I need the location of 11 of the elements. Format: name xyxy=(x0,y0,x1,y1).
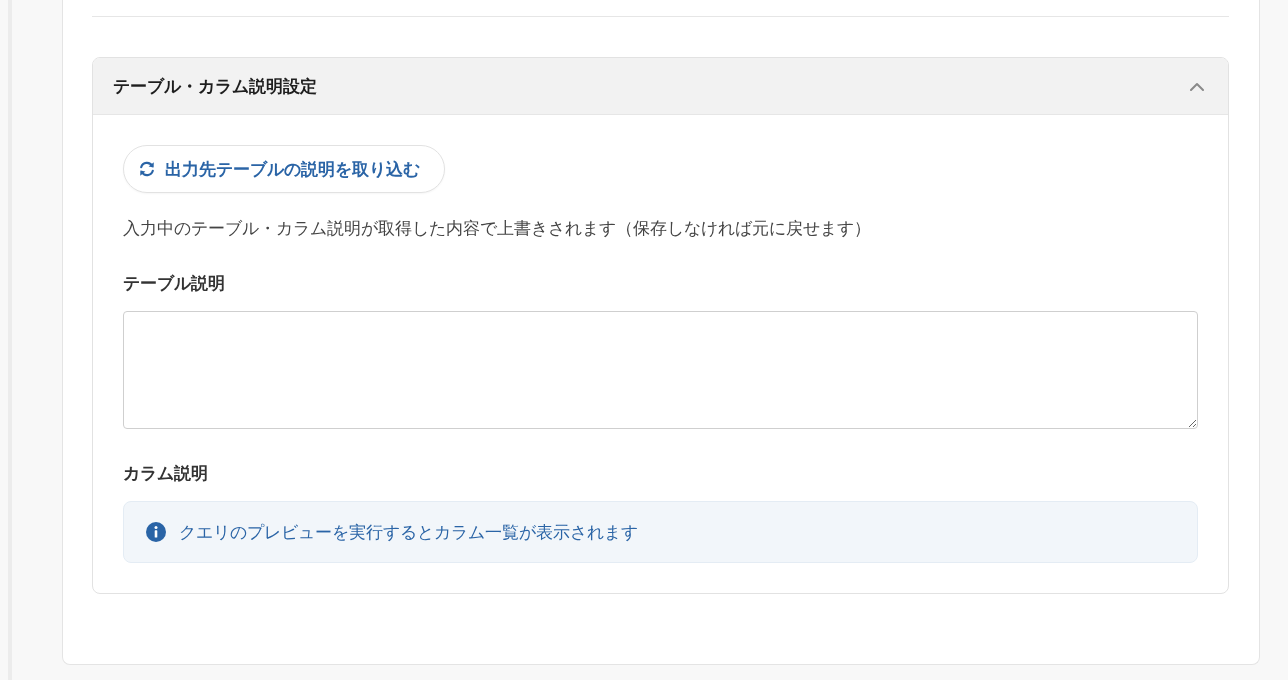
sync-icon xyxy=(137,159,157,179)
field-label: テーブル説明 xyxy=(123,272,226,295)
field-label: カラム説明 xyxy=(123,462,209,485)
panel-title: テーブル・カラム説明設定 xyxy=(113,74,317,98)
info-text: クエリのプレビューを実行するとカラム一覧が表示されます xyxy=(179,521,638,544)
info-icon xyxy=(146,522,166,542)
chevron-up-icon[interactable] xyxy=(1190,81,1204,91)
import-button[interactable]: 出力先テーブルの説明を取り込む xyxy=(123,145,445,193)
panel-header[interactable]: テーブル・カラム説明設定 xyxy=(93,58,1228,114)
input-field[interactable] xyxy=(123,311,1198,429)
overwrite-note: 入力中のテーブル・カラム説明が取得した内容で上書きされます（保存しなければ元に戻せます） xyxy=(123,217,872,240)
